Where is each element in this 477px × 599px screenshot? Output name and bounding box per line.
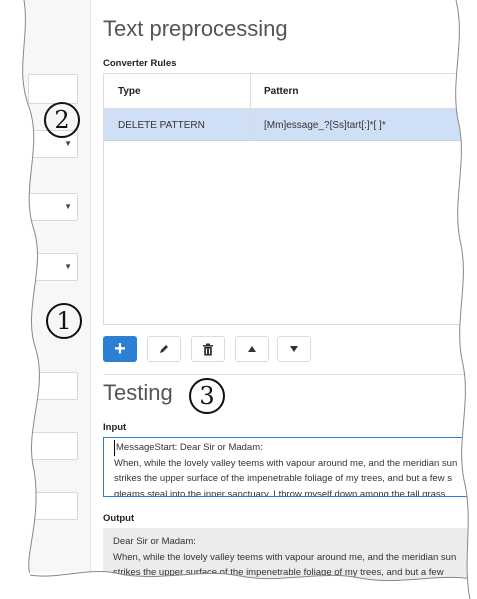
input-line: strikes the upper surface of the impenet… xyxy=(114,473,452,484)
add-rule-button[interactable]: + xyxy=(103,336,137,362)
plus-icon: + xyxy=(114,338,126,360)
input-line: MessageStart: Dear Sir or Madam: xyxy=(114,440,472,456)
sidebar-field[interactable] xyxy=(28,432,78,460)
section-divider xyxy=(103,374,477,375)
input-line: gleams steal into the inner sanctuary, I… xyxy=(114,488,446,497)
sidebar-select[interactable]: ▼ xyxy=(28,253,78,281)
column-header-pattern[interactable]: Pattern xyxy=(264,86,298,97)
chevron-down-icon: ▼ xyxy=(64,262,72,271)
cell-pattern: [Mm]essage_?[Ss]tart[:]*[ ]* xyxy=(264,120,386,131)
converter-rules-label: Converter Rules xyxy=(103,58,177,69)
converter-rules-table: Type Pattern DELETE PATTERN [Mm]essage_?… xyxy=(103,73,477,325)
output-line: Dear Sir or Madam: xyxy=(113,536,196,547)
test-input-textarea[interactable]: MessageStart: Dear Sir or Madam: When, w… xyxy=(103,437,477,497)
callout-2: 2 xyxy=(44,102,80,138)
move-down-button[interactable] xyxy=(277,336,311,362)
delete-rule-button[interactable] xyxy=(191,336,225,362)
sidebar-field[interactable] xyxy=(28,372,78,400)
column-separator xyxy=(250,74,251,141)
chevron-down-icon: ▼ xyxy=(64,139,72,148)
callout-1: 1 xyxy=(46,303,82,339)
column-header-type[interactable]: Type xyxy=(118,86,141,97)
cell-type: DELETE PATTERN xyxy=(118,120,205,131)
test-output-area: Dear Sir or Madam: When, while the lovel… xyxy=(103,528,477,599)
testing-title: Testing xyxy=(103,380,173,405)
input-line: When, while the lovely valley teems with… xyxy=(114,457,458,469)
page-title: Text preprocessing xyxy=(103,16,288,41)
output-label: Output xyxy=(103,513,135,524)
main-panel: Text preprocessing Converter Rules Type … xyxy=(91,0,477,599)
sidebar-field[interactable] xyxy=(28,74,78,104)
edit-rule-button[interactable] xyxy=(147,336,181,362)
arrow-up-icon xyxy=(248,346,256,352)
callout-3: 3 xyxy=(189,378,225,414)
input-label: Input xyxy=(103,422,127,433)
sidebar-select[interactable]: ▼ xyxy=(28,193,78,221)
chevron-down-icon: ▼ xyxy=(64,202,72,211)
pencil-icon xyxy=(160,345,168,353)
left-panel: ▼ ▼ ▼ xyxy=(0,0,90,599)
output-line: When, while the lovely valley teems with… xyxy=(113,551,457,563)
table-row[interactable]: DELETE PATTERN [Mm]essage_?[Ss]tart[:]*[… xyxy=(104,109,477,141)
sidebar-field[interactable] xyxy=(28,492,78,520)
table-header: Type Pattern xyxy=(104,74,477,109)
trash-icon xyxy=(203,343,213,355)
output-line: strikes the upper surface of the impenet… xyxy=(113,567,444,578)
arrow-down-icon xyxy=(290,346,298,352)
move-up-button[interactable] xyxy=(235,336,269,362)
